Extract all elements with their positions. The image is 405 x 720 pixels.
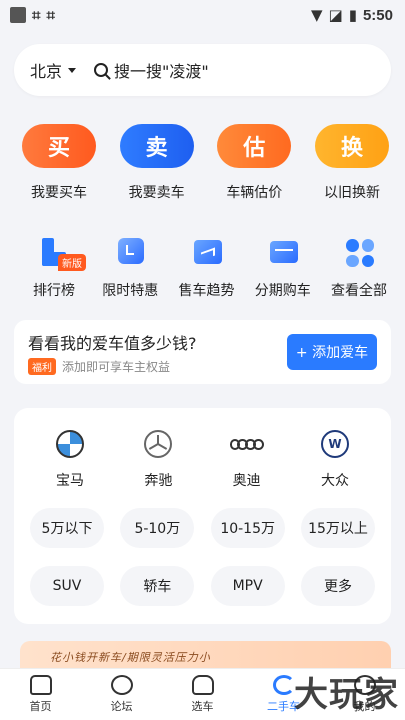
- brand-benz[interactable]: 奔驰: [126, 430, 190, 490]
- tab-label: 首页: [29, 700, 52, 713]
- buy-label: 我要买车: [31, 185, 87, 201]
- tool-label: 售车趋势: [178, 283, 235, 299]
- trend-icon: [191, 236, 223, 268]
- tool-label: 查看全部: [331, 283, 387, 299]
- bmw-logo: [56, 430, 84, 458]
- wifi-icon: ▼: [310, 6, 323, 24]
- type-chip[interactable]: 更多: [300, 566, 375, 606]
- tab-home[interactable]: 首页: [11, 675, 71, 714]
- welfare-tag: 福利: [28, 357, 56, 375]
- filter-card: 宝马 奔驰 奥迪 W 大众 5万以下 5-10万 10-15万 15万以上 SU…: [14, 408, 391, 624]
- search-bar[interactable]: 北京 搜一搜"凌渡": [14, 44, 391, 96]
- car-value-card: 看看我的爱车值多少钱? 福利 添加即可享车主权益 + 添加爱车: [14, 320, 391, 384]
- brand-list: 宝马 奔驰 奥迪 W 大众: [26, 430, 379, 490]
- status-bar: ⌗ ⌗ ▼ ◪ ▮ 5:50: [0, 0, 405, 30]
- trend-shortcut[interactable]: 售车趋势: [171, 236, 243, 300]
- tool-shortcuts: 新版 排行榜 限时特惠 售车趋势 分期购车 查看全部: [0, 202, 405, 300]
- home-icon: [29, 675, 52, 695]
- type-chip[interactable]: SUV: [30, 566, 104, 606]
- trade-in-pill: 换: [314, 124, 389, 168]
- app-notification-icon: [10, 7, 26, 23]
- view-all-shortcut[interactable]: 查看全部: [323, 236, 395, 300]
- chevron-down-icon: [68, 67, 77, 73]
- buy-car-button[interactable]: 买 我要买车: [20, 124, 98, 202]
- search-placeholder: 搜一搜"凌渡": [114, 62, 209, 81]
- tool-label: 限时特惠: [102, 283, 159, 299]
- city-label: 北京: [30, 62, 63, 81]
- brand-bmw[interactable]: 宝马: [38, 430, 102, 490]
- promo-text: 花小钱开新车/期限灵活压力小: [50, 651, 211, 664]
- brand-label: 宝马: [56, 473, 84, 489]
- price-chip[interactable]: 15万以上: [300, 508, 375, 548]
- vw-logo: W: [320, 430, 349, 458]
- trade-in-button[interactable]: 换 以旧换新: [313, 124, 391, 202]
- notification-icon: ⌗: [32, 6, 41, 24]
- valuation-button[interactable]: 估 车辆估价: [215, 124, 293, 202]
- discount-icon: [114, 236, 146, 268]
- city-selector[interactable]: 北京: [30, 58, 77, 82]
- sell-car-button[interactable]: 卖 我要卖车: [118, 124, 196, 202]
- grid-icon: [343, 236, 375, 268]
- brand-label: 奔驰: [144, 473, 173, 489]
- main-actions: 买 我要买车 卖 我要卖车 估 车辆估价 换 以旧换新: [0, 96, 405, 202]
- car-value-title: 看看我的爱车值多少钱?: [28, 333, 197, 353]
- battery-icon: ▮: [348, 6, 357, 24]
- status-time: 5:50: [362, 6, 393, 24]
- type-chip[interactable]: MPV: [210, 566, 285, 606]
- ranking-shortcut[interactable]: 新版 排行榜: [18, 236, 90, 300]
- type-chips: SUV 轿车 MPV 更多: [26, 566, 379, 606]
- add-car-button[interactable]: + 添加爱车: [287, 334, 377, 370]
- car-icon: [191, 675, 214, 695]
- trade-in-label: 以旧换新: [323, 185, 380, 201]
- tab-select-car[interactable]: 选车: [173, 675, 233, 714]
- search-input[interactable]: 搜一搜"凌渡": [94, 58, 209, 82]
- watermark: 大玩家: [294, 675, 399, 715]
- no-sim-icon: ◪: [328, 6, 343, 24]
- tab-label: 选车: [191, 700, 214, 713]
- new-badge: 新版: [58, 254, 86, 271]
- installment-icon: [267, 236, 299, 268]
- brand-label: 奥迪: [232, 473, 261, 489]
- search-icon: [94, 63, 109, 77]
- planet-icon: [110, 675, 133, 695]
- discount-shortcut[interactable]: 限时特惠: [94, 236, 166, 300]
- car-value-subtitle: 添加即可享车主权益: [62, 359, 171, 374]
- tab-label: 论坛: [110, 700, 133, 713]
- price-chip[interactable]: 5万以下: [30, 508, 104, 548]
- brand-audi[interactable]: 奥迪: [215, 430, 279, 490]
- tool-label: 分期购车: [254, 283, 311, 299]
- price-chip[interactable]: 5-10万: [120, 508, 195, 548]
- type-chip[interactable]: 轿车: [120, 566, 195, 606]
- valuation-label: 车辆估价: [226, 185, 283, 201]
- tool-label: 排行榜: [33, 283, 75, 299]
- brand-vw[interactable]: W 大众: [303, 430, 367, 490]
- notification-icon: ⌗: [46, 6, 55, 24]
- valuation-pill: 估: [217, 124, 292, 168]
- price-chips: 5万以下 5-10万 10-15万 15万以上: [26, 508, 379, 548]
- status-right: ▼ ◪ ▮ 5:50: [311, 6, 393, 24]
- status-left: ⌗ ⌗: [10, 6, 55, 24]
- benz-logo: [144, 430, 173, 458]
- price-chip[interactable]: 10-15万: [210, 508, 285, 548]
- brand-label: 大众: [320, 473, 349, 489]
- installment-shortcut[interactable]: 分期购车: [247, 236, 319, 300]
- tab-forum[interactable]: 论坛: [92, 675, 152, 714]
- sell-pill: 卖: [119, 124, 194, 168]
- used-car-icon: [272, 675, 295, 695]
- buy-pill: 买: [22, 124, 96, 168]
- sell-label: 我要卖车: [128, 185, 185, 201]
- audi-logo: [229, 430, 264, 458]
